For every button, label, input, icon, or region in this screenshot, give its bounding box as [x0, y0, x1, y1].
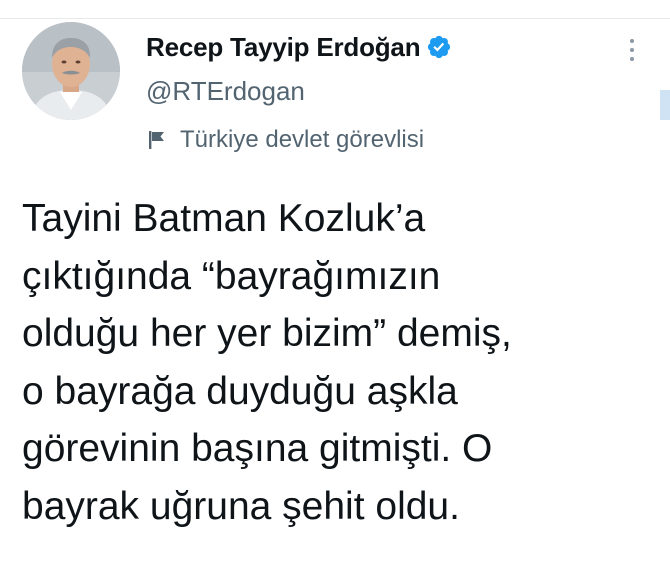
tweet-text-line: olduğu her yer bizim” demiş, [22, 312, 512, 355]
tweet-text: Tayini Batman Kozluk’a çıktığında “bayra… [22, 190, 642, 535]
author-display-name[interactable]: Recep Tayyip Erdoğan [146, 32, 421, 63]
tweet-text-line: bayrak uğruna şehit oldu. [22, 484, 460, 528]
avatar[interactable] [22, 22, 120, 120]
tweet-text-line: Tayini Batman Kozluk’a [22, 197, 426, 240]
author-name-row: Recep Tayyip Erdoğan [146, 30, 452, 64]
flag-icon [146, 129, 168, 151]
verified-badge-icon [426, 34, 452, 60]
account-label[interactable]: Türkiye devlet görevlisi [146, 124, 424, 156]
tweet-card[interactable]: Recep Tayyip Erdoğan @RTErdogan Türkiye … [0, 0, 670, 576]
more-options-icon[interactable] [618, 30, 646, 70]
account-label-text: Türkiye devlet görevlisi [180, 126, 425, 153]
tweet-text-line: çıktığında “bayrağımızın [22, 254, 441, 298]
author-handle[interactable]: @RTErdogan [146, 76, 305, 107]
tweet-text-line: görevinin başına gitmişti. O [22, 427, 493, 470]
scrollbar-thumb[interactable] [660, 90, 670, 120]
tweet-text-line: o bayrağa duyduğu aşkla [22, 369, 458, 413]
